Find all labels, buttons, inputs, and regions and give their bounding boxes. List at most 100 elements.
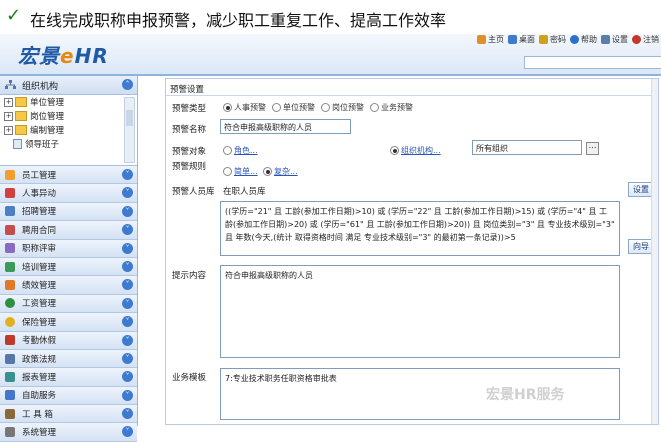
expand-down-icon[interactable]: ˅ — [122, 187, 133, 199]
sidebar: 组织机构 ˄ + 单位管理 + 岗位管理 + 编制管理 领导班子 员工管理 ˅ 人事异动… — [0, 76, 138, 442]
menu-title-review[interactable]: 职称评审 ˅ — [0, 239, 137, 258]
menu-attendance[interactable]: 考勤休假 ˅ — [0, 331, 137, 350]
watermark: 宏景HR服务 — [486, 387, 565, 403]
rule-label: 预警规则 — [172, 162, 207, 172]
menu-toolbox[interactable]: 工 具 箱 ˅ — [0, 405, 137, 424]
transfer-icon — [5, 188, 15, 199]
tree-item-staffing[interactable]: + 编制管理 — [0, 123, 137, 137]
sidebar-org-header[interactable]: 组织机构 ˄ — [0, 76, 137, 95]
expand-icon[interactable]: + — [4, 97, 13, 107]
policy-icon — [5, 353, 15, 364]
desktop-icon — [508, 35, 517, 44]
menu-reports[interactable]: 报表管理 ˅ — [0, 368, 137, 387]
menu-self-service[interactable]: 自助服务 ˅ — [0, 386, 137, 406]
collapse-up-icon[interactable]: ˄ — [122, 79, 133, 90]
expand-down-icon[interactable]: ˅ — [122, 297, 133, 309]
toolbar-desktop-button[interactable]: 桌面 — [508, 34, 535, 45]
attendance-icon — [5, 335, 15, 346]
expand-down-icon[interactable]: ˅ — [122, 205, 133, 217]
menu-policy[interactable]: 政策法规 ˅ — [0, 349, 137, 369]
formula-textarea[interactable]: ((学历="21" 且 工龄(参加工作日期)>10) 或 (学历="22" 且 … — [220, 201, 620, 256]
radio[interactable] — [370, 103, 379, 112]
radio[interactable] — [223, 167, 232, 176]
expand-down-icon[interactable]: ˅ — [122, 371, 133, 383]
menu-salary[interactable]: 工资管理 ˅ — [0, 294, 137, 314]
top-toolbar: 主页 桌面 密码 帮助 设置 注销 — [477, 34, 659, 45]
toolbar-logout-button[interactable]: 注销 — [632, 34, 659, 45]
tree-item-post[interactable]: + 岗位管理 — [0, 109, 137, 123]
rule-simple-option[interactable]: 简单... — [223, 166, 258, 177]
type-option-business[interactable]: 业务预警 — [370, 102, 413, 113]
name-label: 预警名称 — [172, 125, 207, 135]
expand-icon[interactable]: + — [4, 111, 13, 121]
menu-employee[interactable]: 员工管理 ˅ — [0, 166, 137, 185]
menu-transfer[interactable]: 人事异动 ˅ — [0, 184, 137, 203]
hint-textarea[interactable]: 符合申报高级职称的人员 — [220, 265, 620, 358]
menu-training[interactable]: 培训管理 ˅ — [0, 257, 137, 277]
menu-performance[interactable]: 绩效管理 ˅ — [0, 276, 137, 295]
menu-recruit[interactable]: 招聘管理 ˅ — [0, 202, 137, 222]
target-label: 预警对象 — [172, 147, 207, 157]
expand-down-icon[interactable]: ˅ — [122, 242, 133, 254]
folder-icon — [15, 111, 27, 121]
type-option-personnel[interactable]: 人事预警 — [223, 102, 266, 113]
radio-selected[interactable] — [223, 103, 232, 112]
expand-down-icon[interactable]: ˅ — [122, 426, 133, 438]
lock-icon — [539, 35, 548, 44]
header-input-strip[interactable] — [524, 56, 661, 69]
self-service-icon — [5, 390, 15, 401]
type-label: 预警类型 — [172, 104, 207, 114]
radio-selected[interactable] — [390, 146, 399, 155]
gear-icon — [601, 35, 610, 44]
warning-name-input[interactable]: 符合申报高级职称的人员 — [220, 119, 351, 134]
toolbar-password-button[interactable]: 密码 — [539, 34, 566, 45]
expand-down-icon[interactable]: ˅ — [122, 334, 133, 346]
system-icon — [5, 427, 15, 438]
expand-down-icon[interactable]: ˅ — [122, 224, 133, 236]
tree-scrollbar[interactable] — [124, 97, 135, 163]
toolbar-settings-button[interactable]: 设置 — [601, 34, 628, 45]
expand-down-icon[interactable]: ˅ — [122, 316, 133, 328]
target-org-option[interactable]: 组织机构... — [390, 145, 441, 156]
radio[interactable] — [321, 103, 330, 112]
type-option-post[interactable]: 岗位预警 — [321, 102, 364, 113]
folder-icon — [15, 125, 27, 135]
help-icon — [570, 35, 579, 44]
expand-down-icon[interactable]: ˅ — [122, 260, 133, 272]
recruit-icon — [5, 206, 15, 217]
org-picker-icon[interactable]: ⋯ — [586, 142, 599, 155]
employee-icon — [5, 169, 15, 180]
app-header: 宏景eHR 主页 桌面 密码 帮助 设置 注销 — [0, 34, 661, 76]
radio[interactable] — [272, 103, 281, 112]
expand-down-icon[interactable]: ˅ — [122, 352, 133, 364]
toolbar-help-button[interactable]: 帮助 — [570, 34, 597, 45]
org-value-field[interactable]: 所有组织 — [472, 140, 582, 155]
expand-down-icon[interactable]: ˅ — [122, 389, 133, 401]
panel-scrollbar[interactable] — [651, 79, 658, 424]
rule-complex-option[interactable]: 复杂... — [263, 166, 298, 177]
menu-insurance[interactable]: 保险管理 ˅ — [0, 313, 137, 332]
toolbox-icon — [5, 408, 15, 419]
report-icon — [5, 371, 15, 382]
performance-icon — [5, 280, 15, 291]
radio[interactable] — [223, 146, 232, 155]
target-role-option[interactable]: 角色... — [223, 145, 258, 156]
tree-item-unit[interactable]: + 单位管理 — [0, 95, 137, 109]
expand-icon[interactable]: + — [4, 125, 13, 135]
expand-down-icon[interactable]: ˅ — [122, 408, 133, 420]
type-option-unit[interactable]: 单位预警 — [272, 102, 315, 113]
tree-item-leadership[interactable]: 领导班子 — [0, 137, 137, 151]
check-mark-icon: ✓ — [6, 5, 22, 26]
pool-label: 预警人员库 — [172, 187, 215, 197]
toolbar-home-button[interactable]: 主页 — [477, 34, 504, 45]
expand-down-icon[interactable]: ˅ — [122, 169, 133, 180]
salary-icon — [5, 298, 15, 309]
main-content: 预警设置 预警类型 人事预警 单位预警 岗位预警 业务预警 预警名称 符合申报高… — [139, 76, 661, 426]
menu-system[interactable]: 系统管理 ˅ — [0, 423, 137, 442]
document-icon — [13, 139, 22, 149]
pool-value: 在职人员库 — [223, 187, 266, 197]
menu-contract[interactable]: 聘用合同 ˅ — [0, 221, 137, 240]
section-divider — [166, 95, 658, 96]
radio-selected[interactable] — [263, 167, 272, 176]
expand-down-icon[interactable]: ˅ — [122, 279, 133, 291]
